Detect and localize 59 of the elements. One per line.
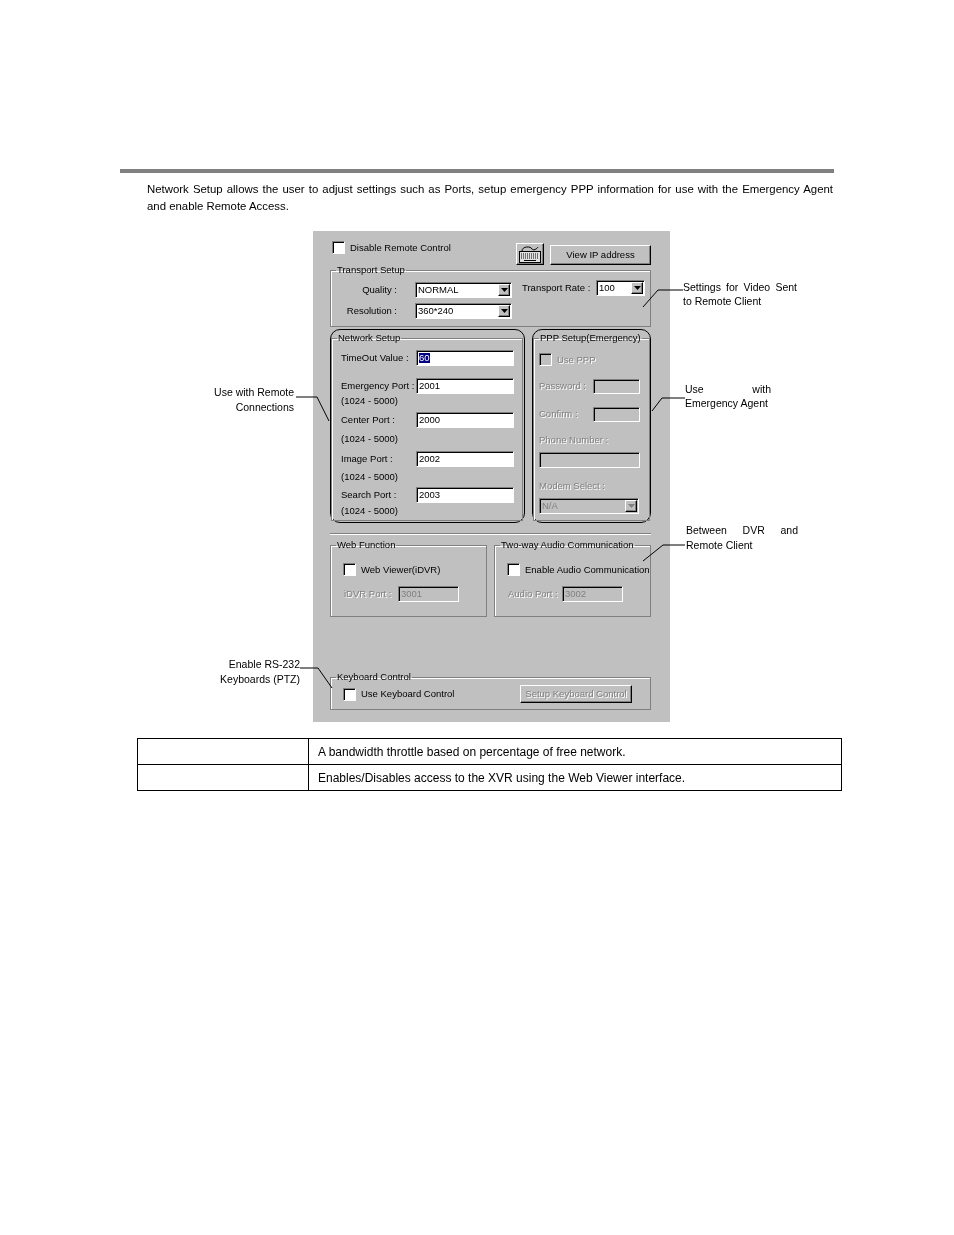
field-label: Resolution : [345, 303, 397, 318]
field-label: Audio Port : [507, 586, 559, 601]
group-title: Transport Setup [336, 264, 406, 276]
checkbox-label: Web Viewer(iDVR) [361, 563, 441, 576]
caret-icon [498, 305, 510, 317]
callout-text: Enable RS-232 Keyboards (PTZ) [219, 657, 300, 687]
field-label: TimeOut Value : [341, 350, 410, 365]
checkbox-label: Enable Audio Communication [525, 563, 650, 576]
field-label: Search Port : [341, 487, 398, 502]
field-label: Center Port : [341, 412, 396, 427]
leader-line [642, 544, 685, 562]
field-label: Password : [539, 379, 587, 394]
group-title: Network Setup [337, 332, 402, 344]
checkbox[interactable] [343, 687, 356, 701]
callout-text: Settings for Video Sent to Remote Client [683, 280, 797, 308]
port-input[interactable]: 2003 [416, 487, 514, 503]
field-label: Image Port : [341, 451, 394, 466]
field-label: iDVR Port : [343, 586, 393, 601]
view-ip-button[interactable]: View IP address [550, 245, 651, 265]
field-label: Quality : [361, 282, 397, 297]
caret-icon [631, 282, 643, 294]
callout-text: Between DVR and Remote Client [686, 523, 798, 553]
checkbox-label: Use PPP [557, 353, 596, 366]
callout-text: Use with Emergency Agent [685, 382, 771, 410]
table-cell: A bandwidth throttle based on percentage of free network. [308, 738, 842, 765]
checkbox[interactable] [507, 563, 520, 576]
field-label: Phone Number : [539, 434, 609, 446]
group-title: Web Function [336, 539, 397, 551]
leader-line [642, 289, 683, 308]
group-title: Keyboard Control [336, 671, 412, 683]
keyboard-button[interactable] [516, 243, 544, 265]
port-input[interactable]: 2001 [416, 378, 514, 394]
intro-paragraph: Network Setup allows the user to adjust settings such as Ports, setup emergency PPP information for use with the Emergency Agent and enable Remote Access. [147, 182, 833, 214]
checkbox[interactable] [343, 563, 356, 576]
field-label: Emergency Port : [341, 378, 416, 393]
checkbox[interactable] [332, 241, 345, 254]
range-hint: (1024 - 5000) [341, 433, 399, 445]
resolution-dropdown[interactable]: 360*240 [415, 303, 512, 319]
caret-icon [498, 284, 510, 296]
group-title: Two-way Audio Communication [500, 539, 635, 551]
table-cell: Enables/Disables access to the XVR using the Web Viewer interface. [308, 764, 842, 791]
range-hint: (1024 - 5000) [341, 505, 399, 517]
checkbox-label: Use Keyboard Control [361, 688, 455, 700]
keyboard-icon [519, 245, 541, 263]
checkbox-label: Disable Remote Control [350, 241, 451, 254]
port-input[interactable]: 60 [416, 350, 514, 366]
leader-line [300, 667, 333, 689]
quality-dropdown[interactable]: NORMAL [415, 282, 512, 298]
port-input[interactable]: 2002 [416, 451, 514, 467]
caret-icon [625, 500, 637, 512]
range-hint: (1024 - 5000) [341, 471, 399, 483]
callout-text: Use with Remote Connections [213, 385, 294, 415]
field-label: Modem Select : [539, 480, 605, 492]
group-title: PPP Setup(Emergency) [539, 332, 642, 344]
field-label: Transport Rate : [522, 280, 588, 295]
port-input[interactable]: 2000 [416, 412, 514, 428]
field-label: Confirm : [539, 407, 579, 422]
rate-dropdown[interactable]: 100 [596, 280, 645, 296]
range-hint: (1024 - 5000) [341, 395, 399, 407]
